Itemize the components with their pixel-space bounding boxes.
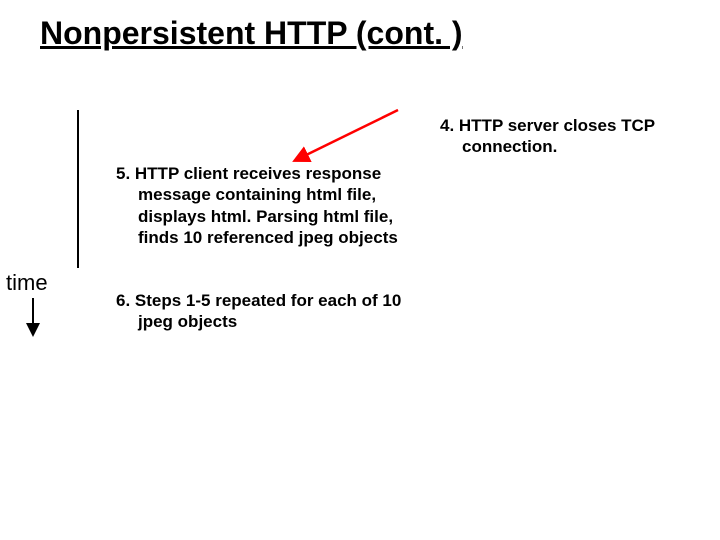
slide: Nonpersistent HTTP (cont. ) time 4. HTTP… (0, 0, 720, 540)
diagram-overlay (0, 0, 720, 540)
step-6-text: 6. Steps 1-5 repeated for each of 10 jpe… (96, 290, 438, 333)
red-arrow-icon (300, 110, 398, 158)
slide-title: Nonpersistent HTTP (cont. ) (40, 15, 463, 52)
step-4-text: 4. HTTP server closes TCP connection. (420, 115, 720, 158)
time-axis-label: time (6, 270, 48, 296)
step-5-text: 5. HTTP client receives response message… (96, 163, 438, 248)
